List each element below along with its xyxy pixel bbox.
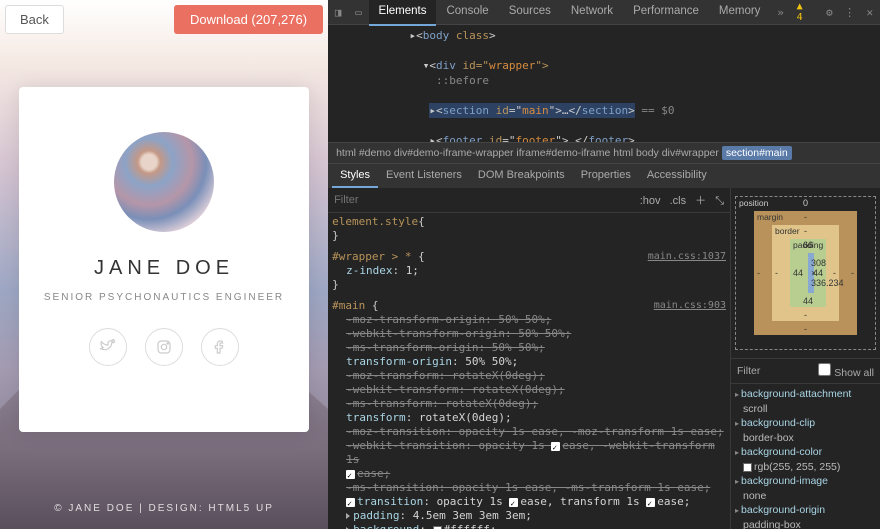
showall-label: Show all	[834, 367, 874, 379]
devtools-topbar: ◨ ▭ ElementsConsoleSourcesNetworkPerform…	[328, 0, 880, 25]
subtab-styles[interactable]: Styles	[332, 164, 378, 188]
devtools-tabs: ElementsConsoleSourcesNetworkPerformance…	[369, 0, 771, 26]
social-icons	[89, 328, 239, 366]
subtab-event-listeners[interactable]: Event Listeners	[378, 164, 470, 188]
new-style-button[interactable]: ＋	[695, 195, 706, 207]
device-icon[interactable]: ▭	[348, 6, 368, 19]
twitter-icon[interactable]	[89, 328, 127, 366]
tab-memory[interactable]: Memory	[709, 0, 771, 26]
tab-performance[interactable]: Performance	[623, 0, 709, 26]
subtab-properties[interactable]: Properties	[573, 164, 639, 188]
subtab-dom-breakpoints[interactable]: DOM Breakpoints	[470, 164, 573, 188]
box-model[interactable]: position0margin----border----padding6644…	[731, 188, 880, 358]
computed-list[interactable]: ▸background-attachmentscroll▸background-…	[731, 384, 880, 529]
back-button[interactable]: Back	[5, 5, 64, 34]
profile-role: SENIOR PSYCHONAUTICS ENGINEER	[44, 292, 284, 303]
tab-network[interactable]: Network	[561, 0, 623, 26]
tab-elements[interactable]: Elements	[369, 0, 437, 26]
avatar	[114, 132, 214, 232]
styles-subtabs: StylesEvent ListenersDOM BreakpointsProp…	[328, 164, 880, 188]
styles-pane: :hov .cls ＋ ⤡ element.style{}#wrapper > …	[328, 188, 730, 529]
facebook-icon[interactable]	[201, 328, 239, 366]
inspect-icon[interactable]: ◨	[328, 6, 348, 19]
menu-icon[interactable]: ⋮	[840, 6, 860, 19]
dom-tree[interactable]: ▸<body class> ▾<div id="wrapper"> ::befo…	[328, 25, 880, 142]
download-button[interactable]: Download (207,276)	[174, 5, 323, 34]
styles-filter-input[interactable]	[334, 194, 414, 206]
computed-filter-label: Filter	[737, 365, 760, 377]
breadcrumb[interactable]: html #demo div#demo-iframe-wrapper ifram…	[328, 142, 880, 164]
more-styles-icon[interactable]: ⤡	[715, 195, 724, 207]
devtools-panel: ◨ ▭ ElementsConsoleSourcesNetworkPerform…	[328, 0, 880, 529]
subtab-accessibility[interactable]: Accessibility	[639, 164, 715, 188]
profile-card: JANE DOE SENIOR PSYCHONAUTICS ENGINEER	[19, 87, 309, 432]
page-footer: © JANE DOE | DESIGN: HTML5 UP	[0, 503, 328, 514]
settings-icon[interactable]: ⚙	[819, 6, 839, 19]
warning-badge[interactable]: ▲ 4	[791, 1, 820, 23]
instagram-icon[interactable]	[145, 328, 183, 366]
close-icon[interactable]: ✕	[860, 6, 880, 19]
showall-checkbox[interactable]	[818, 363, 831, 376]
hov-toggle[interactable]: :hov	[640, 195, 661, 207]
tab-sources[interactable]: Sources	[499, 0, 561, 26]
computed-filter-row: Filter Show all	[731, 358, 880, 384]
demo-page: Back Download (207,276) JANE DOE SENIOR …	[0, 0, 328, 529]
top-bar: Back Download (207,276)	[5, 5, 323, 34]
profile-name: JANE DOE	[94, 257, 234, 280]
lower-pane: :hov .cls ＋ ⤡ element.style{}#wrapper > …	[328, 188, 880, 529]
css-rules[interactable]: element.style{}#wrapper > * {main.css:10…	[328, 213, 730, 529]
styles-filter-row: :hov .cls ＋ ⤡	[328, 188, 730, 213]
computed-sidebar: position0margin----border----padding6644…	[730, 188, 880, 529]
more-tabs-icon[interactable]: »	[770, 6, 790, 19]
tab-console[interactable]: Console	[436, 0, 498, 26]
cls-toggle[interactable]: .cls	[670, 195, 687, 207]
